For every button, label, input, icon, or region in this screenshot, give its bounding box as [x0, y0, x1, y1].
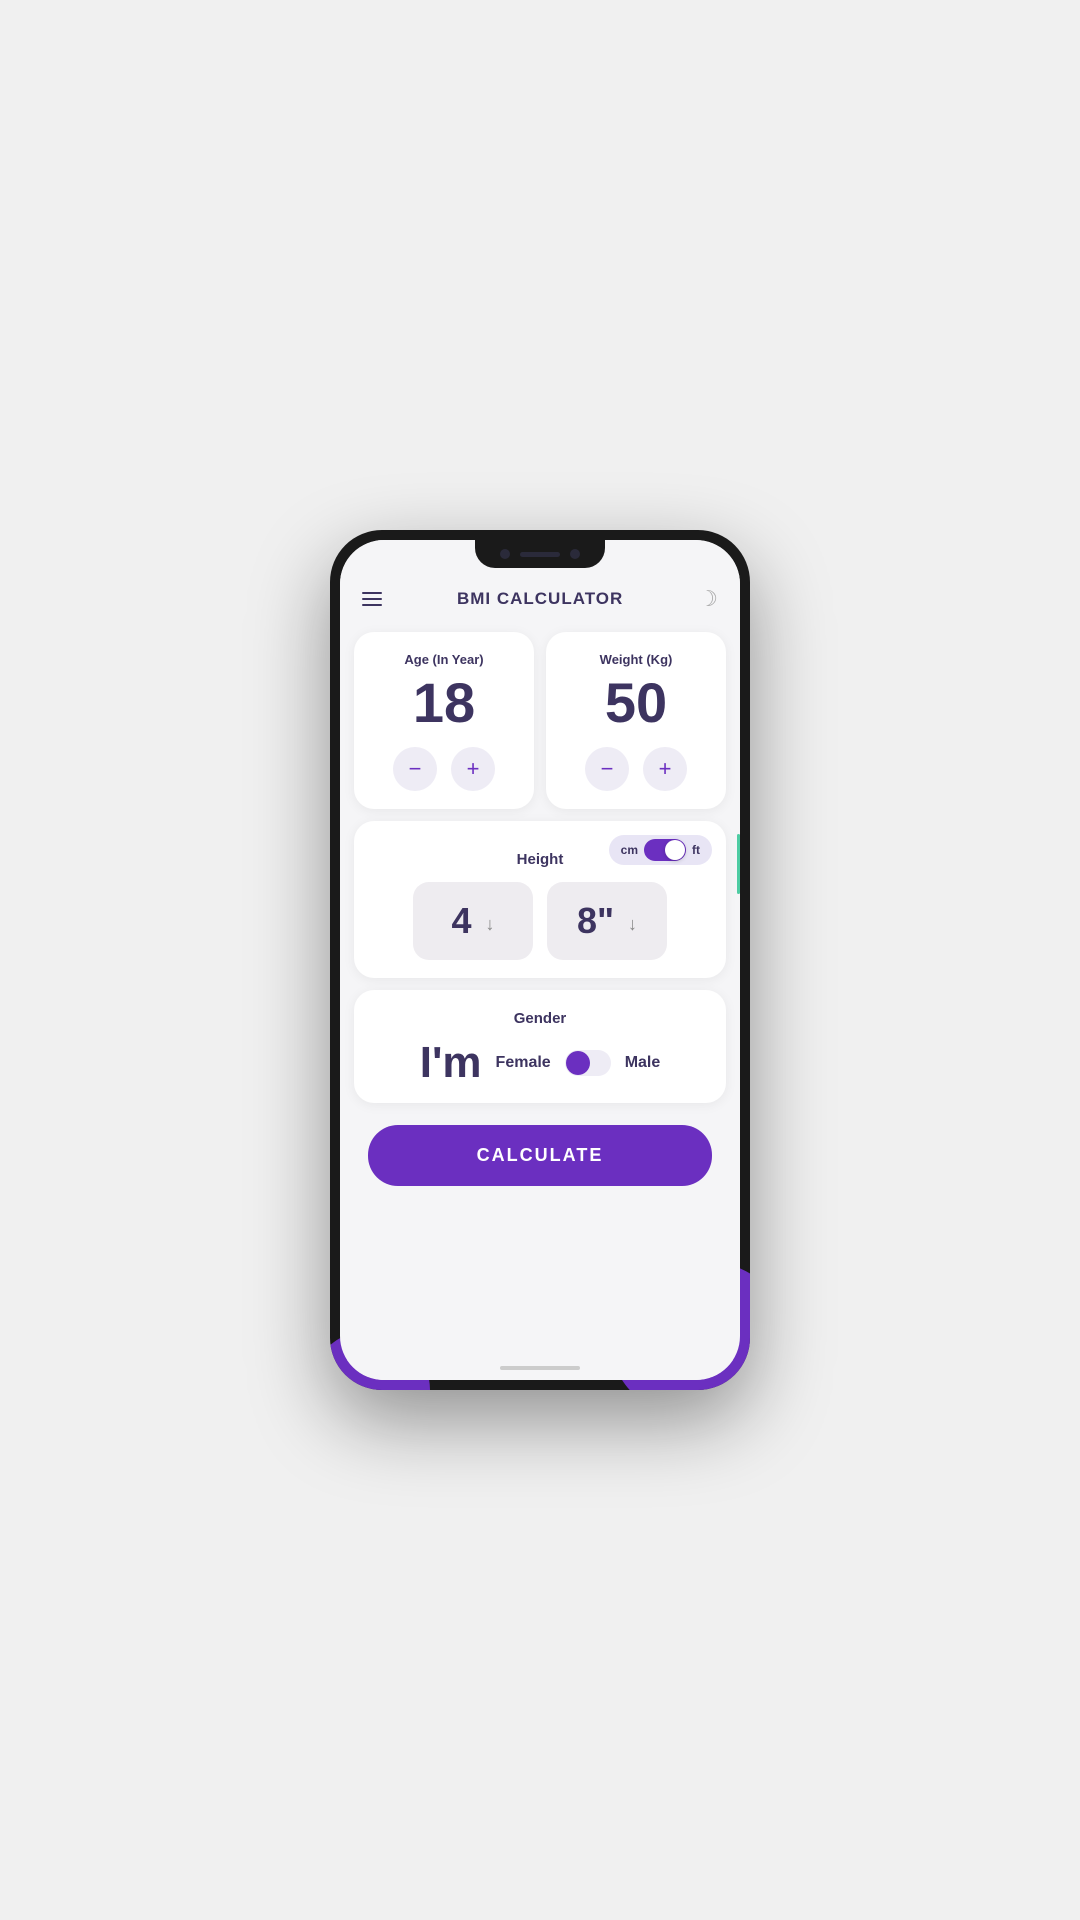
notch: [475, 540, 605, 568]
weight-value: 50: [605, 675, 667, 731]
inches-chevron-icon: ↓: [628, 914, 637, 935]
app-content: BMI CALCULATOR ☽ Age (In Year) 18 − +: [340, 540, 740, 1380]
height-label: Height: [517, 851, 564, 868]
male-label: Male: [625, 1054, 661, 1072]
age-card: Age (In Year) 18 − +: [354, 632, 534, 809]
feet-value: 4: [451, 900, 471, 942]
speaker: [520, 552, 560, 557]
age-label: Age (In Year): [404, 652, 483, 667]
weight-increment-button[interactable]: +: [643, 747, 687, 791]
calculate-button[interactable]: CALCULATE: [368, 1125, 712, 1186]
height-card: cm ft Height 4 ↓ 8": [354, 821, 726, 978]
im-prefix: I'm: [420, 1041, 482, 1085]
menu-button[interactable]: [362, 592, 382, 606]
home-indicator: [500, 1366, 580, 1370]
weight-decrement-button[interactable]: −: [585, 747, 629, 791]
unit-toggle-knob: [665, 840, 685, 860]
feet-selector[interactable]: 4 ↓: [413, 882, 533, 960]
calculate-btn-area: CALCULATE: [354, 1115, 726, 1206]
home-bar: [340, 1360, 740, 1380]
front-sensor: [570, 549, 580, 559]
gender-row: I'm Female Male: [420, 1041, 661, 1085]
age-decrement-button[interactable]: −: [393, 747, 437, 791]
weight-label: Weight (Kg): [600, 652, 673, 667]
gender-label: Gender: [514, 1010, 567, 1027]
unit-cm-label: cm: [617, 843, 642, 857]
weight-stepper: − +: [585, 747, 687, 791]
top-row: Age (In Year) 18 − + Weight (Kg) 50 −: [354, 632, 726, 809]
age-increment-button[interactable]: +: [451, 747, 495, 791]
unit-toggle-switch[interactable]: [644, 839, 686, 861]
front-camera: [500, 549, 510, 559]
phone-screen: BMI CALCULATOR ☽ Age (In Year) 18 − +: [340, 540, 740, 1380]
inches-selector[interactable]: 8" ↓: [547, 882, 667, 960]
unit-toggle[interactable]: cm ft: [609, 835, 712, 865]
height-selectors: 4 ↓ 8" ↓: [368, 882, 712, 960]
female-label: Female: [496, 1054, 551, 1072]
gender-card: Gender I'm Female Male: [354, 990, 726, 1103]
weight-card: Weight (Kg) 50 − +: [546, 632, 726, 809]
gender-toggle[interactable]: [565, 1050, 611, 1076]
gender-toggle-knob: [566, 1051, 590, 1075]
cards-area: Age (In Year) 18 − + Weight (Kg) 50 −: [340, 624, 740, 1360]
scrollbar-decor: [737, 834, 740, 894]
theme-toggle-icon[interactable]: ☽: [698, 586, 718, 612]
age-stepper: − +: [393, 747, 495, 791]
app-title: BMI CALCULATOR: [457, 589, 623, 609]
feet-chevron-icon: ↓: [486, 914, 495, 935]
unit-ft-label: ft: [688, 843, 704, 857]
hamburger-line3: [362, 604, 382, 606]
age-value: 18: [413, 675, 475, 731]
hamburger-line2: [362, 598, 382, 600]
phone-frame: BMI CALCULATOR ☽ Age (In Year) 18 − +: [330, 530, 750, 1390]
hamburger-line1: [362, 592, 382, 594]
inches-value: 8": [577, 900, 614, 942]
